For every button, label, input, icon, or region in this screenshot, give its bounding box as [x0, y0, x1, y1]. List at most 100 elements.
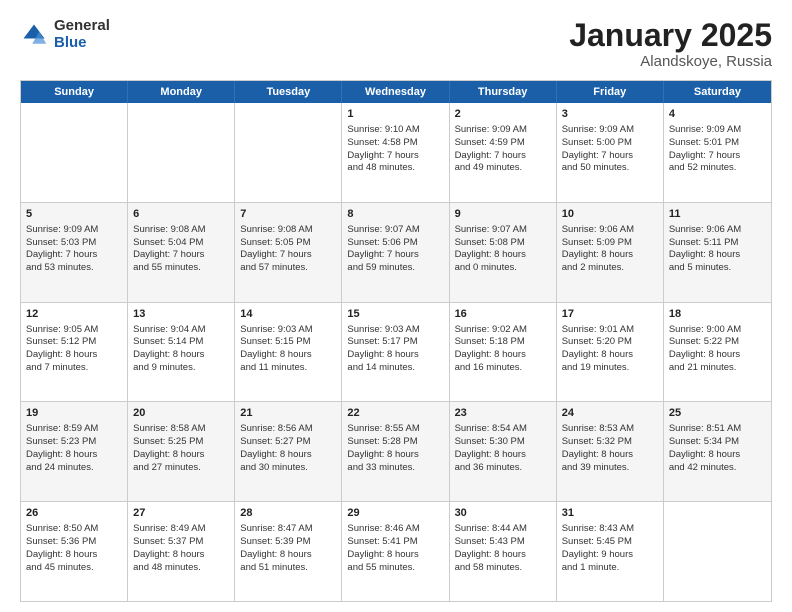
day-info-line: Sunset: 5:17 PM	[347, 336, 443, 349]
day-info-line: Daylight: 8 hours	[455, 249, 551, 262]
day-info-line: and 0 minutes.	[455, 262, 551, 275]
day-info-line: Sunset: 5:39 PM	[240, 536, 336, 549]
day-info-line: Sunset: 5:41 PM	[347, 536, 443, 549]
day-info-line: Sunset: 5:03 PM	[26, 237, 122, 250]
day-info-line: Sunset: 5:22 PM	[669, 336, 766, 349]
day-info-line: Sunset: 5:11 PM	[669, 237, 766, 250]
day-info-line: and 59 minutes.	[347, 262, 443, 275]
day-info-line: and 2 minutes.	[562, 262, 658, 275]
day-info-line: Sunset: 5:32 PM	[562, 436, 658, 449]
day-info-line: Sunset: 4:58 PM	[347, 137, 443, 150]
title-section: January 2025 Alandskoye, Russia	[569, 18, 772, 70]
day-info-line: Sunrise: 9:03 AM	[240, 324, 336, 337]
day-info-line: Daylight: 8 hours	[240, 549, 336, 562]
day-info-line: and 7 minutes.	[26, 362, 122, 375]
logo-blue: Blue	[54, 35, 110, 52]
day-info-line: Sunrise: 9:06 AM	[562, 224, 658, 237]
day-info-line: Sunset: 5:45 PM	[562, 536, 658, 549]
calendar: SundayMondayTuesdayWednesdayThursdayFrid…	[20, 80, 772, 602]
day-info-line: and 53 minutes.	[26, 262, 122, 275]
day-info-line: Sunrise: 9:03 AM	[347, 324, 443, 337]
day-info-line: Sunset: 5:36 PM	[26, 536, 122, 549]
day-info-line: Sunset: 5:01 PM	[669, 137, 766, 150]
calendar-header: SundayMondayTuesdayWednesdayThursdayFrid…	[21, 81, 771, 103]
day-number: 2	[455, 107, 551, 122]
calendar-row: 1Sunrise: 9:10 AMSunset: 4:58 PMDaylight…	[21, 103, 771, 203]
day-info-line: Sunrise: 8:55 AM	[347, 423, 443, 436]
calendar-day-cell: 26Sunrise: 8:50 AMSunset: 5:36 PMDayligh…	[21, 502, 128, 601]
day-info-line: Sunset: 5:30 PM	[455, 436, 551, 449]
calendar-day-cell: 10 Sunrise: 9:06 AMSunset: 5:09 PMDayligh…	[557, 203, 664, 302]
calendar-day-cell: 9Sunrise: 9:07 AMSunset: 5:08 PMDaylight…	[450, 203, 557, 302]
day-number: 16	[455, 307, 551, 322]
day-info-line: and 16 minutes.	[455, 362, 551, 375]
weekday-header: Sunday	[21, 81, 128, 103]
day-info-line: and 51 minutes.	[240, 562, 336, 575]
calendar-day-cell: 21Sunrise: 8:56 AMSunset: 5:27 PMDayligh…	[235, 402, 342, 501]
day-info-line: Daylight: 8 hours	[347, 449, 443, 462]
day-info-line: Daylight: 8 hours	[562, 349, 658, 362]
day-number: 4	[669, 107, 766, 122]
calendar-day-cell: 25Sunrise: 8:51 AMSunset: 5:34 PMDayligh…	[664, 402, 771, 501]
day-number: 11	[669, 207, 766, 222]
day-info-line: Sunrise: 9:09 AM	[669, 124, 766, 137]
calendar-day-cell: 8Sunrise: 9:07 AMSunset: 5:06 PMDaylight…	[342, 203, 449, 302]
calendar-row: 26Sunrise: 8:50 AMSunset: 5:36 PMDayligh…	[21, 502, 771, 601]
location: Alandskoye, Russia	[569, 53, 772, 70]
day-info-line: Sunrise: 9:04 AM	[133, 324, 229, 337]
day-number: 9	[455, 207, 551, 222]
day-number: 5	[26, 207, 122, 222]
day-info-line: Sunrise: 8:44 AM	[455, 523, 551, 536]
day-info-line: Daylight: 7 hours	[669, 150, 766, 163]
logo-general: General	[54, 18, 110, 35]
day-info-line: and 33 minutes.	[347, 462, 443, 475]
day-number: 10	[562, 207, 658, 222]
calendar-day-cell: 29Sunrise: 8:46 AMSunset: 5:41 PMDayligh…	[342, 502, 449, 601]
day-info-line: Daylight: 8 hours	[240, 349, 336, 362]
calendar-day-cell: 4 Sunrise: 9:09 AMSunset: 5:01 PMDaylight…	[664, 103, 771, 202]
day-info-line: Daylight: 8 hours	[133, 449, 229, 462]
day-info-line: Sunrise: 9:08 AM	[133, 224, 229, 237]
calendar-day-cell: 24Sunrise: 8:53 AMSunset: 5:32 PMDayligh…	[557, 402, 664, 501]
day-number: 22	[347, 406, 443, 421]
day-info-line: and 27 minutes.	[133, 462, 229, 475]
day-info-line: Daylight: 8 hours	[669, 449, 766, 462]
day-info-line: and 9 minutes.	[133, 362, 229, 375]
day-info-line: Sunrise: 8:47 AM	[240, 523, 336, 536]
day-info-line: Sunrise: 9:07 AM	[347, 224, 443, 237]
weekday-header: Monday	[128, 81, 235, 103]
day-info-line: Sunrise: 8:53 AM	[562, 423, 658, 436]
day-number: 26	[26, 506, 122, 521]
day-info-line: and 48 minutes.	[347, 162, 443, 175]
day-info-line: Daylight: 8 hours	[26, 349, 122, 362]
calendar-day-cell: 12Sunrise: 9:05 AMSunset: 5:12 PMDayligh…	[21, 303, 128, 402]
day-info-line: Daylight: 7 hours	[240, 249, 336, 262]
day-number: 25	[669, 406, 766, 421]
day-info-line: Daylight: 7 hours	[455, 150, 551, 163]
day-info-line: Sunrise: 9:06 AM	[669, 224, 766, 237]
day-info-line: Daylight: 8 hours	[347, 549, 443, 562]
day-info-line: and 21 minutes.	[669, 362, 766, 375]
day-number: 13	[133, 307, 229, 322]
day-info-line: Sunset: 4:59 PM	[455, 137, 551, 150]
day-info-line: Sunrise: 9:07 AM	[455, 224, 551, 237]
day-info-line: Daylight: 8 hours	[562, 249, 658, 262]
day-number: 6	[133, 207, 229, 222]
day-info-line: Sunset: 5:04 PM	[133, 237, 229, 250]
calendar-day-cell: 23Sunrise: 8:54 AMSunset: 5:30 PMDayligh…	[450, 402, 557, 501]
day-info-line: and 11 minutes.	[240, 362, 336, 375]
day-info-line: Sunset: 5:06 PM	[347, 237, 443, 250]
day-info-line: Sunset: 5:27 PM	[240, 436, 336, 449]
day-info-line: Sunset: 5:09 PM	[562, 237, 658, 250]
calendar-day-cell: 28Sunrise: 8:47 AMSunset: 5:39 PMDayligh…	[235, 502, 342, 601]
day-number: 18	[669, 307, 766, 322]
weekday-header: Saturday	[664, 81, 771, 103]
calendar-day-cell: 22Sunrise: 8:55 AMSunset: 5:28 PMDayligh…	[342, 402, 449, 501]
weekday-header: Friday	[557, 81, 664, 103]
month-title: January 2025	[569, 18, 772, 53]
day-number: 8	[347, 207, 443, 222]
calendar-day-cell: 15Sunrise: 9:03 AMSunset: 5:17 PMDayligh…	[342, 303, 449, 402]
day-info-line: Daylight: 8 hours	[562, 449, 658, 462]
day-number: 31	[562, 506, 658, 521]
day-number: 17	[562, 307, 658, 322]
